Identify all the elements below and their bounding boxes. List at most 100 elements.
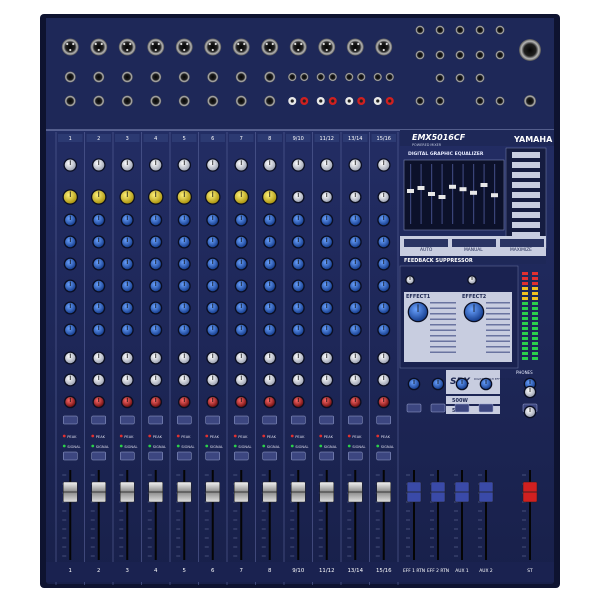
- eq-aux-knob[interactable]: [63, 257, 77, 271]
- eq-aux-knob[interactable]: [92, 323, 106, 337]
- pan-bal-knob[interactable]: [63, 395, 77, 409]
- output-jack[interactable]: [495, 25, 505, 35]
- xlr-input-jack[interactable]: [61, 38, 79, 56]
- line-l-jack[interactable]: [288, 72, 297, 82]
- eq-aux-knob[interactable]: [348, 257, 362, 271]
- eq-aux-knob[interactable]: [263, 213, 277, 227]
- eq-aux-knob[interactable]: [348, 323, 362, 337]
- gain-knob[interactable]: [376, 158, 391, 172]
- pfl-button[interactable]: [348, 451, 363, 461]
- eq-aux-knob[interactable]: [234, 235, 248, 249]
- eq-aux-knob[interactable]: [291, 257, 305, 271]
- return-button[interactable]: [454, 403, 470, 413]
- eq-aux-knob[interactable]: [177, 279, 191, 293]
- line-input-jack[interactable]: [64, 95, 76, 107]
- eq-aux-knob[interactable]: [206, 323, 220, 337]
- eq-aux-knob[interactable]: [63, 301, 77, 315]
- eq-aux-knob[interactable]: [291, 213, 305, 227]
- output-jack[interactable]: [455, 73, 465, 83]
- eq-aux-knob[interactable]: [177, 323, 191, 337]
- pan-knob[interactable]: [92, 373, 106, 387]
- eq-aux-knob[interactable]: [234, 301, 248, 315]
- eq-aux-knob[interactable]: [149, 235, 163, 249]
- pan-knob[interactable]: [120, 373, 134, 387]
- output-jack[interactable]: [435, 73, 445, 83]
- line-l-jack[interactable]: [373, 72, 382, 82]
- eq-aux-knob[interactable]: [92, 213, 106, 227]
- line-input-jack[interactable]: [150, 95, 162, 107]
- eq-aux-knob[interactable]: [377, 257, 391, 271]
- effect2-program-knob[interactable]: [463, 301, 485, 323]
- on-button[interactable]: [177, 415, 192, 425]
- eq-aux-knob[interactable]: [63, 323, 77, 337]
- eq-aux-knob[interactable]: [263, 301, 277, 315]
- insert-jack[interactable]: [207, 71, 219, 83]
- pan-knob[interactable]: [263, 373, 277, 387]
- eq-aux-knob[interactable]: [63, 213, 77, 227]
- compressor-knob[interactable]: [147, 189, 164, 205]
- compressor-knob[interactable]: [119, 189, 136, 205]
- eq-aux-knob[interactable]: [149, 323, 163, 337]
- pfl-button[interactable]: [262, 451, 277, 461]
- effect-send-knob[interactable]: [63, 351, 77, 365]
- geq-slider[interactable]: [438, 195, 446, 199]
- output-jack[interactable]: [415, 50, 425, 60]
- line-input-jack[interactable]: [93, 95, 105, 107]
- effect-send-knob[interactable]: [120, 351, 134, 365]
- compressor-knob[interactable]: [62, 189, 79, 205]
- eq-aux-knob[interactable]: [234, 279, 248, 293]
- line-r-jack[interactable]: [357, 72, 366, 82]
- insert-jack[interactable]: [150, 71, 162, 83]
- insert-jack[interactable]: [93, 71, 105, 83]
- xlr-input-jack[interactable]: [232, 38, 250, 56]
- insert-jack[interactable]: [264, 71, 276, 83]
- geq-slider[interactable]: [480, 183, 488, 187]
- eq-aux-knob[interactable]: [177, 235, 191, 249]
- on-button[interactable]: [205, 415, 220, 425]
- pan-bal-knob[interactable]: [92, 395, 106, 409]
- effect-send-knob[interactable]: [263, 351, 277, 365]
- effect-send-knob[interactable]: [377, 351, 391, 365]
- feedback-auto-button[interactable]: AUTO: [420, 247, 433, 253]
- feedback-manual-button[interactable]: MANUAL: [464, 247, 483, 253]
- pfl-button[interactable]: [91, 451, 106, 461]
- geq-preset-button[interactable]: [512, 172, 540, 178]
- effect-param-knob[interactable]: [467, 275, 477, 285]
- pan-knob[interactable]: [177, 373, 191, 387]
- eq-aux-knob[interactable]: [149, 301, 163, 315]
- return-button[interactable]: [430, 403, 446, 413]
- return-knob[interactable]: [431, 377, 445, 391]
- gain-knob[interactable]: [63, 158, 78, 172]
- insert-jack[interactable]: [235, 71, 247, 83]
- pfl-button[interactable]: [376, 451, 391, 461]
- output-jack[interactable]: [475, 73, 485, 83]
- line-input-jack[interactable]: [121, 95, 133, 107]
- output-jack[interactable]: [495, 50, 505, 60]
- eq-aux-knob[interactable]: [320, 235, 334, 249]
- geq-slider[interactable]: [459, 187, 467, 192]
- eq-aux-knob[interactable]: [92, 235, 106, 249]
- gain-knob[interactable]: [291, 158, 306, 172]
- effect-param-knob[interactable]: [405, 275, 415, 285]
- eq-aux-knob[interactable]: [348, 235, 362, 249]
- pfl-button[interactable]: [234, 451, 249, 461]
- eq-aux-knob[interactable]: [320, 323, 334, 337]
- pan-knob[interactable]: [63, 373, 77, 387]
- eq-aux-knob[interactable]: [177, 257, 191, 271]
- geq-preset-button[interactable]: [512, 212, 540, 218]
- eq-aux-knob[interactable]: [377, 279, 391, 293]
- eq-aux-knob[interactable]: [263, 323, 277, 337]
- gain-knob[interactable]: [348, 158, 363, 172]
- gain-knob[interactable]: [120, 158, 135, 172]
- on-button[interactable]: [234, 415, 249, 425]
- geq-preset-button[interactable]: [512, 182, 540, 188]
- pan-bal-knob[interactable]: [177, 395, 191, 409]
- on-button[interactable]: [262, 415, 277, 425]
- pan-knob[interactable]: [377, 373, 391, 387]
- xlr-input-jack[interactable]: [175, 38, 193, 56]
- output-jack[interactable]: [475, 25, 485, 35]
- eq-aux-knob[interactable]: [348, 213, 362, 227]
- output-jack[interactable]: [495, 96, 505, 106]
- effect-send-knob[interactable]: [320, 351, 334, 365]
- on-button[interactable]: [63, 415, 78, 425]
